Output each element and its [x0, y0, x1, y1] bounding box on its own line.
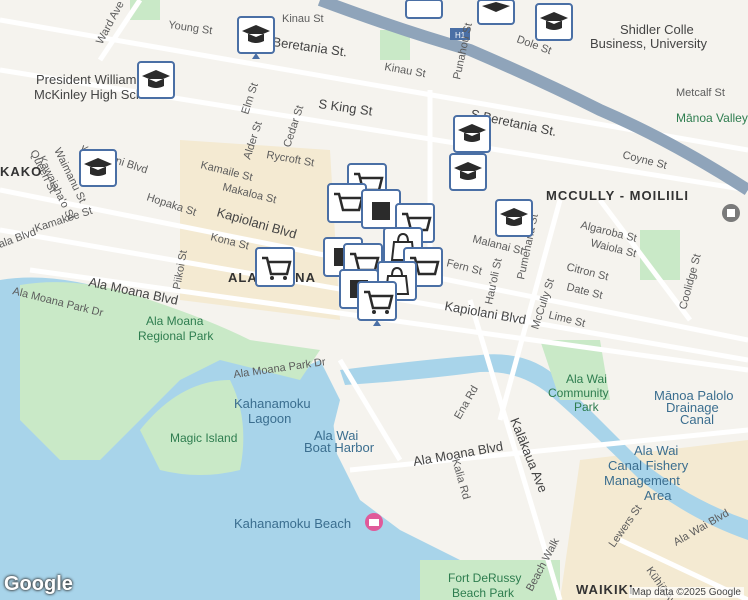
- school-marker[interactable]: [535, 3, 573, 41]
- label-kahanamoku-beach: Kahanamoku Beach: [234, 516, 351, 531]
- school-marker[interactable]: [79, 149, 117, 187]
- label-magic-island: Magic Island: [170, 431, 237, 445]
- map-attribution[interactable]: Map data ©2025 Google: [628, 587, 744, 598]
- shopping-cart-marker[interactable]: [255, 247, 295, 287]
- landmark-poi[interactable]: [722, 204, 740, 222]
- school-marker[interactable]: [405, 0, 443, 19]
- school-marker[interactable]: [449, 153, 487, 191]
- shopping-bag-icon: [372, 202, 390, 220]
- label-metcalf-st: Metcalf St: [676, 87, 725, 99]
- school-marker[interactable]: [137, 61, 175, 99]
- map-canvas[interactable]: H1 Ward Ave Young St Kinau St Beretania …: [0, 0, 748, 600]
- school-marker[interactable]: [453, 115, 491, 153]
- shopping-cart-marker[interactable]: [357, 281, 397, 326]
- school-marker[interactable]: [237, 16, 275, 59]
- school-marker[interactable]: [495, 199, 533, 237]
- label-kinau-st: Kinau St: [282, 13, 324, 25]
- beach-poi[interactable]: [365, 513, 383, 531]
- label-ala-moana-regional-park: Ala Moana Regional Park: [138, 314, 214, 343]
- camera-icon: [369, 519, 379, 526]
- label-mccully-moiliili: MCCULLY - MOILIILI: [546, 188, 689, 203]
- shopping-cart-marker[interactable]: [327, 183, 367, 223]
- park-small: [640, 230, 680, 280]
- shopping-bag-marker[interactable]: [361, 189, 401, 229]
- label-kako: KAKO: [0, 164, 42, 179]
- label-manoa-valley: Mānoa Valley: [676, 111, 748, 125]
- label-waikiki: WAIKIKI: [576, 582, 634, 597]
- building-icon: [727, 209, 735, 217]
- school-marker[interactable]: [477, 0, 515, 25]
- google-logo: Google: [4, 573, 73, 595]
- label-fort-derussy: Fort DeRussy Beach Park: [448, 571, 521, 600]
